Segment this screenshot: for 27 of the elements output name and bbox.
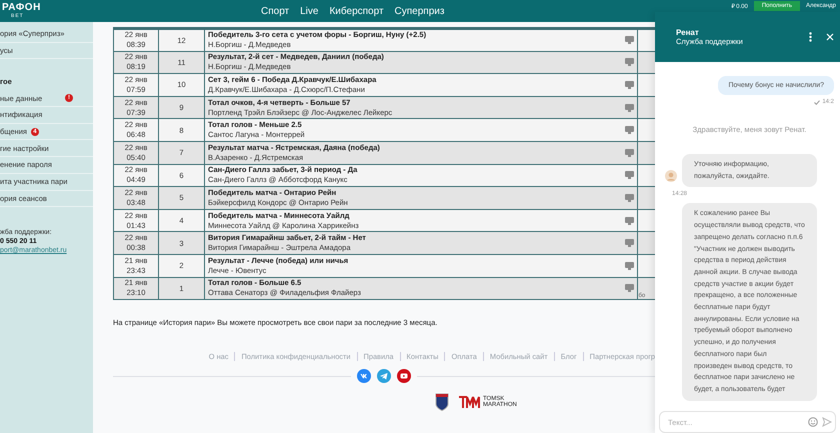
screen-icon[interactable] [624,80,634,89]
send-icon[interactable] [822,417,832,427]
check-icon [814,100,820,104]
screen-icon[interactable] [624,58,634,66]
agent-name: Ренат [676,28,700,37]
nav-link[interactable]: Киберспорт [329,6,384,16]
screen-icon[interactable] [624,36,634,44]
screen-icon[interactable] [624,148,634,157]
coat-of-arms-icon [435,393,449,412]
screen-icon[interactable] [624,216,634,225]
nav-link[interactable]: Live [300,6,318,16]
avatar-icon [665,170,677,182]
screen-icon[interactable] [624,239,634,248]
screen-icon[interactable] [624,171,634,180]
vk-icon[interactable] [357,369,371,384]
youtube-icon[interactable] [397,369,411,384]
screen-icon[interactable] [624,284,634,292]
telegram-icon[interactable] [377,369,391,384]
more-icon[interactable] [809,32,812,42]
screen-icon[interactable] [624,194,634,202]
screen-icon[interactable] [624,126,634,134]
nav-link[interactable]: Суперприз [394,6,444,16]
nav-link[interactable]: Спорт [261,6,290,16]
screen-icon[interactable] [624,262,634,270]
emoji-icon[interactable] [808,417,818,427]
close-icon[interactable] [826,33,834,41]
screen-icon[interactable] [624,104,634,112]
